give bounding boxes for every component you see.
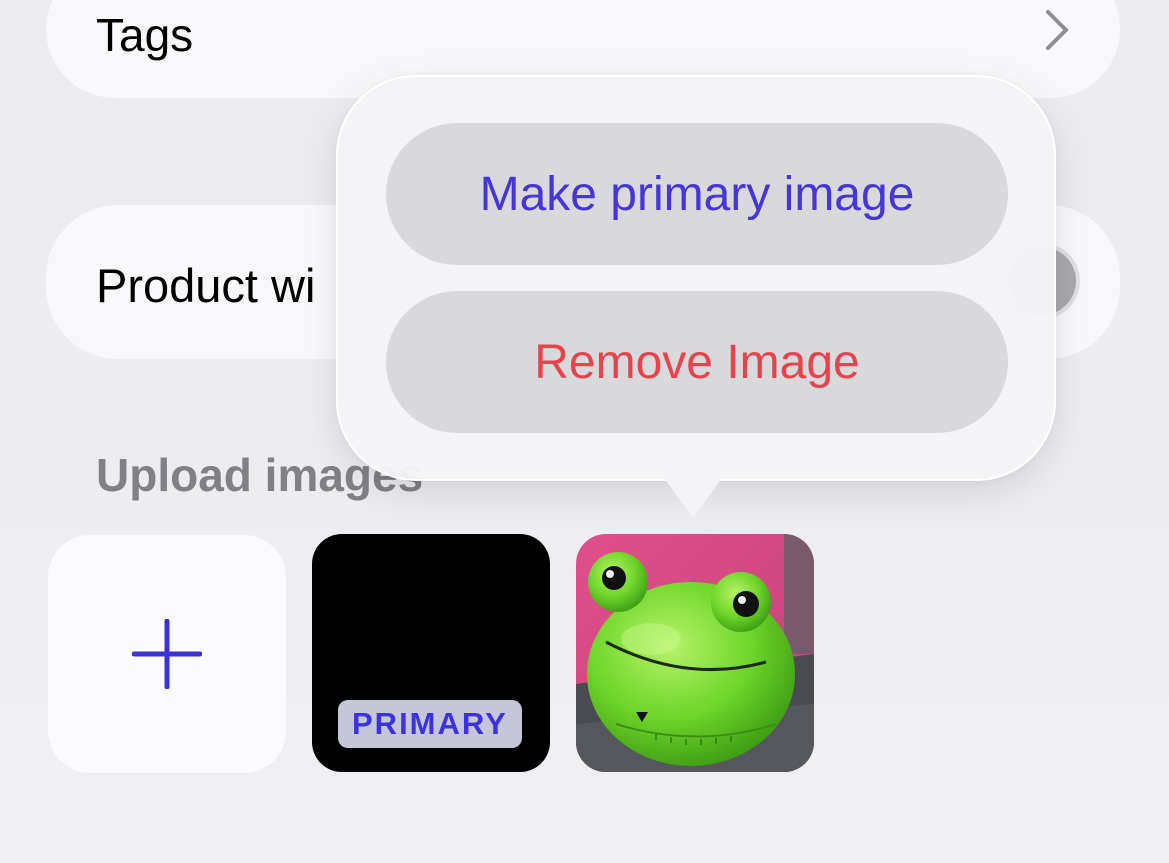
frog-timer-image xyxy=(576,534,814,772)
frog-image-tile[interactable] xyxy=(576,534,814,772)
add-image-button[interactable] xyxy=(48,535,286,773)
popover-arrow xyxy=(658,470,728,518)
plus-icon xyxy=(132,619,202,689)
tags-label: Tags xyxy=(96,9,194,61)
primary-image-tile[interactable]: PRIMARY xyxy=(312,534,550,772)
product-label: Product wi xyxy=(96,259,316,312)
remove-image-button[interactable]: Remove Image xyxy=(386,291,1008,433)
chevron-right-icon xyxy=(1046,10,1068,50)
image-context-popover: Make primary image Remove Image xyxy=(336,75,1056,481)
primary-badge: PRIMARY xyxy=(338,700,522,748)
make-primary-image-button[interactable]: Make primary image xyxy=(386,123,1008,265)
